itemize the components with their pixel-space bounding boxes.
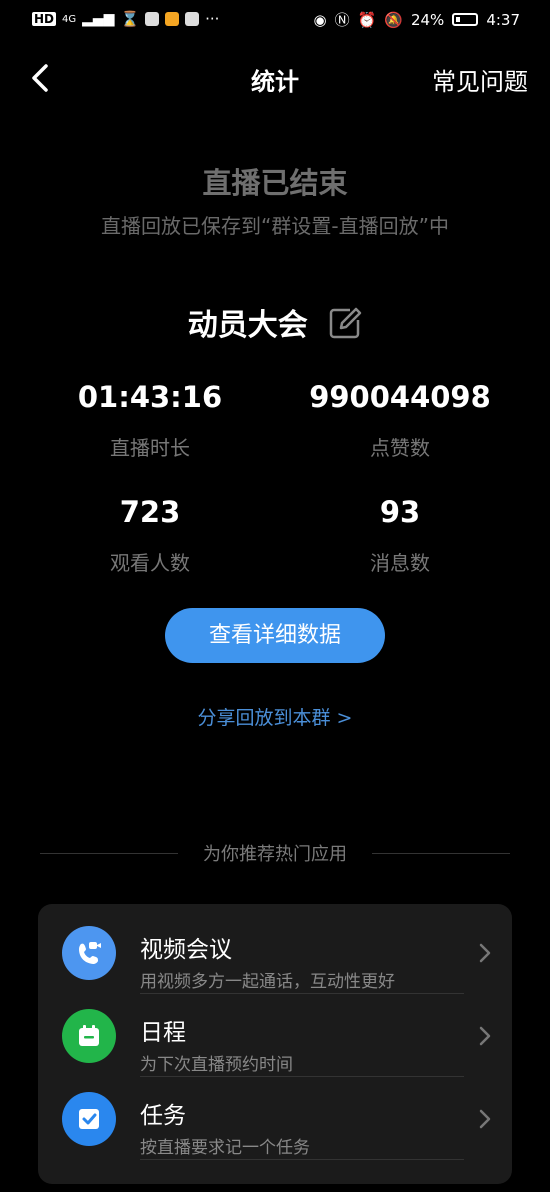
stat-value: 723: [119, 495, 181, 529]
app-desc: 用视频多方一起通话，互动性更好: [140, 972, 395, 992]
hd-label: HD: [32, 12, 57, 26]
stat-label: 直播时长: [110, 436, 190, 460]
app-desc: 为下次直播预约时间: [140, 1055, 293, 1075]
app-title: 日程: [140, 1020, 186, 1046]
meeting-name: 动员大会: [187, 308, 308, 343]
battery-percent: 24%: [410, 10, 445, 29]
meeting-title: 动员大会: [0, 300, 550, 344]
notification-icon: [165, 12, 180, 26]
signal-icon: ▂▄▆: [82, 11, 115, 27]
nav-bar: 统计 常见问题: [0, 50, 550, 106]
app-row-video-meeting[interactable]: 视频会议 用视频多方一起通话，互动性更好: [38, 912, 512, 994]
stat-viewers: 723 观看人数: [30, 495, 270, 576]
status-left: HD 4G ▂▄▆ ⌛ ···: [32, 10, 219, 28]
chevron-right-icon: [479, 1026, 491, 1046]
stat-duration: 01:43:16 直播时长: [30, 380, 270, 461]
stat-label: 消息数: [370, 551, 430, 575]
share-replay-link[interactable]: 分享回放到本群 >: [0, 703, 550, 730]
eye-icon: ◉: [313, 10, 327, 29]
app-desc: 按直播要求记一个任务: [140, 1138, 310, 1158]
row-separator: [140, 1076, 464, 1077]
divider-line: [372, 853, 510, 854]
app-title: 任务: [140, 1103, 186, 1129]
row-separator: [140, 1159, 464, 1160]
faq-button[interactable]: 常见问题: [432, 62, 528, 97]
network-label: 4G: [62, 13, 77, 25]
mute-icon: 🔕: [384, 10, 403, 29]
row-separator: [140, 993, 464, 994]
calendar-icon: [62, 1009, 116, 1063]
hourglass-icon: ⌛: [120, 10, 140, 28]
app-row-schedule[interactable]: 日程 为下次直播预约时间: [38, 995, 512, 1077]
stat-value: 93: [379, 495, 421, 529]
stat-value: 990044098: [309, 380, 491, 414]
stat-messages: 93 消息数: [280, 495, 520, 576]
notification-icon: [185, 12, 200, 26]
stat-likes: 990044098 点赞数: [280, 380, 520, 461]
view-details-button[interactable]: 查看详细数据: [165, 608, 385, 663]
stat-label: 点赞数: [370, 436, 430, 460]
notification-icon: [145, 12, 160, 26]
video-call-icon: [62, 926, 116, 980]
chevron-right-icon: [479, 943, 491, 963]
nfc-icon: Ⓝ: [334, 11, 350, 29]
stat-value: 01:43:16: [77, 380, 223, 414]
app-title: 视频会议: [140, 937, 232, 963]
recommended-apps-card: 视频会议 用视频多方一起通话，互动性更好 日程 为下次直播预约时间 任务 按直播…: [38, 904, 512, 1184]
status-right: ◉ Ⓝ ⏰ 🔕 24% 4:37: [313, 9, 520, 30]
recommend-divider: 为你推荐热门应用: [40, 840, 510, 866]
chevron-right-icon: [479, 1109, 491, 1129]
live-ended-subtitle: 直播回放已保存到“群设置-直播回放”中: [101, 214, 449, 238]
edit-icon[interactable]: [328, 306, 362, 340]
stat-label: 观看人数: [110, 551, 190, 575]
status-bar: HD 4G ▂▄▆ ⌛ ··· ◉ Ⓝ ⏰ 🔕 24% 4:37: [0, 0, 550, 38]
alarm-icon: ⏰: [357, 10, 377, 29]
clock: 4:37: [486, 10, 520, 29]
more-icon: ···: [205, 10, 220, 28]
task-check-icon: [62, 1092, 116, 1146]
live-ended-title: 直播已结束: [202, 166, 348, 200]
battery-icon: [452, 13, 479, 26]
app-row-task[interactable]: 任务 按直播要求记一个任务: [38, 1078, 512, 1160]
